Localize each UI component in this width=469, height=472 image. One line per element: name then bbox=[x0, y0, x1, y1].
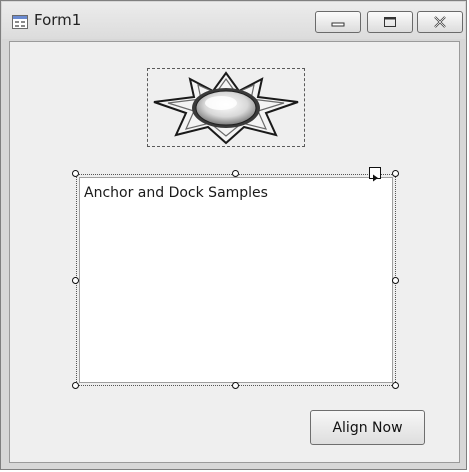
resize-handle-bottom-right[interactable] bbox=[392, 382, 399, 389]
picture-box[interactable] bbox=[147, 68, 305, 147]
close-button[interactable] bbox=[417, 11, 463, 33]
resize-handle-bottom-left[interactable] bbox=[72, 382, 79, 389]
title-bar[interactable]: Form1 bbox=[2, 2, 465, 39]
resize-handle-top-left[interactable] bbox=[72, 170, 79, 177]
resize-handle-top-right[interactable] bbox=[392, 170, 399, 177]
align-now-button[interactable]: Align Now bbox=[310, 410, 425, 445]
smart-tag-arrow-icon bbox=[373, 174, 378, 182]
form-icon bbox=[12, 14, 28, 29]
resize-handle-top[interactable] bbox=[232, 170, 239, 177]
resize-handle-left[interactable] bbox=[72, 277, 79, 284]
minimize-icon bbox=[331, 22, 345, 27]
textbox-text: Anchor and Dock Samples bbox=[84, 185, 268, 201]
maximize-icon bbox=[384, 17, 396, 27]
close-icon bbox=[434, 16, 446, 28]
smart-tag-button[interactable] bbox=[369, 167, 381, 182]
anchor-dock-textbox[interactable]: Anchor and Dock Samples bbox=[79, 177, 393, 383]
star-shape-icon bbox=[153, 71, 299, 145]
resize-handle-right[interactable] bbox=[392, 277, 399, 284]
maximize-button[interactable] bbox=[367, 11, 413, 33]
resize-handle-bottom[interactable] bbox=[232, 382, 239, 389]
window-title: Form1 bbox=[34, 11, 82, 29]
minimize-button[interactable] bbox=[315, 11, 361, 33]
